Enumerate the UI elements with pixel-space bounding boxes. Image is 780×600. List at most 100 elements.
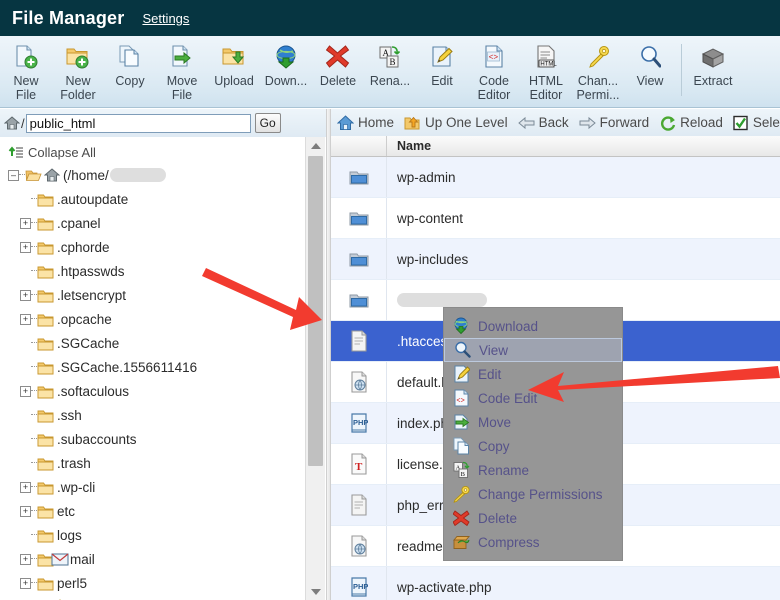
- nav-up-one-level[interactable]: Up One Level: [404, 115, 508, 131]
- tree-item-logs[interactable]: logs: [0, 523, 326, 547]
- tree-expand-toggle[interactable]: +: [20, 482, 31, 493]
- toolbar-button-edit[interactable]: Edit: [416, 36, 468, 88]
- tree-item-label: etc: [57, 504, 75, 519]
- tree-item-dot-subaccounts[interactable]: .subaccounts: [0, 427, 326, 451]
- toolbar-button-code-editor[interactable]: <>CodeEditor: [468, 36, 520, 102]
- go-button[interactable]: Go: [255, 113, 281, 133]
- toolbar-button-rena[interactable]: ABRena...: [364, 36, 416, 88]
- tree-item-dot-softaculous[interactable]: +.softaculous: [0, 379, 326, 403]
- table-row[interactable]: PHPwp-activate.php: [331, 567, 780, 600]
- tree-expand-toggle[interactable]: +: [20, 218, 31, 229]
- tree-item-label: .SGCache: [57, 336, 119, 351]
- context-menu-item-rename[interactable]: ABRename: [444, 458, 622, 482]
- folder-icon: [37, 528, 54, 543]
- toolbar-button-html-editor[interactable]: HTMLHTMLEditor: [520, 36, 572, 102]
- context-menu-item-compress[interactable]: Compress: [444, 530, 622, 554]
- key-icon: [452, 485, 470, 503]
- nav-label: Forward: [600, 115, 650, 130]
- tree-expand-toggle[interactable]: +: [20, 386, 31, 397]
- nav-select[interactable]: Select: [733, 115, 780, 131]
- toolbar-button-view[interactable]: View: [624, 36, 676, 88]
- folder-icon: [37, 360, 54, 375]
- nav-forward[interactable]: Forward: [579, 115, 650, 131]
- tree-item-dot-trash[interactable]: .trash: [0, 451, 326, 475]
- tree-scrollbar[interactable]: [305, 137, 325, 600]
- collapse-all-icon: [8, 145, 24, 159]
- tree-item-perl5[interactable]: +perl5: [0, 571, 326, 595]
- toolbar-button-extract[interactable]: Extract: [687, 36, 739, 88]
- context-menu-item-edit[interactable]: Edit: [444, 362, 622, 386]
- nav-home[interactable]: Home: [337, 115, 394, 131]
- magnifier-icon: [453, 341, 471, 359]
- php-file-icon: PHP: [331, 567, 387, 600]
- context-menu-item-view[interactable]: View: [444, 338, 622, 362]
- context-menu-item-download[interactable]: Download: [444, 314, 622, 338]
- toolbar-separator: [681, 44, 682, 96]
- table-row[interactable]: wp-admin: [331, 157, 780, 198]
- folder-icon: [37, 264, 54, 279]
- tree-item-dot-sgcache[interactable]: .SGCache: [0, 331, 326, 355]
- scroll-down-arrow-icon[interactable]: [306, 583, 325, 600]
- context-menu-item-copy[interactable]: Copy: [444, 434, 622, 458]
- tree-item-etc[interactable]: + etc: [0, 499, 326, 523]
- toolbar-button-delete[interactable]: Delete: [312, 36, 364, 88]
- app-header: File Manager Settings: [0, 0, 780, 36]
- toolbar-button-chan-permi[interactable]: Chan...Permi...: [572, 36, 624, 102]
- toolbar-button-new-folder[interactable]: NewFolder: [52, 36, 104, 102]
- html-file-icon: [331, 526, 387, 566]
- nav-reload[interactable]: Reload: [659, 115, 723, 131]
- table-row[interactable]: wp-includes: [331, 239, 780, 280]
- folder-icon: [37, 576, 54, 591]
- tree-item-dot-letsencrypt[interactable]: +.letsencrypt: [0, 283, 326, 307]
- tree-expand-toggle[interactable]: +: [20, 314, 31, 325]
- tree-item-dot-opcache[interactable]: +.opcache: [0, 307, 326, 331]
- tree-item-mail[interactable]: +mail: [0, 547, 326, 571]
- tree-item-dot-autoupdate[interactable]: .autoupdate: [0, 187, 326, 211]
- scrollbar-thumb[interactable]: [308, 156, 323, 466]
- tree-expand-toggle[interactable]: +: [20, 578, 31, 589]
- toolbar-button-new-file[interactable]: NewFile: [0, 36, 52, 102]
- tree-root-item[interactable]: – (/home/: [0, 163, 326, 187]
- tree-item-label: .SGCache.1556611416: [57, 360, 197, 375]
- tree-item-label: logs: [57, 528, 82, 543]
- toolbar-button-label: Delete: [309, 74, 367, 88]
- context-menu-item-delete[interactable]: Delete: [444, 506, 622, 530]
- settings-link[interactable]: Settings: [142, 11, 189, 26]
- toolbar-button-move-file[interactable]: MoveFile: [156, 36, 208, 102]
- tree-item-label: .trash: [57, 456, 91, 471]
- toolbar-button-down[interactable]: Down...: [260, 36, 312, 88]
- tree-item-dot-ssh[interactable]: .ssh: [0, 403, 326, 427]
- toolbar-button-copy[interactable]: Copy: [104, 36, 156, 88]
- context-menu-item-code-edit[interactable]: <>Code Edit: [444, 386, 622, 410]
- tree-expand-toggle[interactable]: +: [20, 506, 31, 517]
- tree-item-dot-sgcache.1556611416[interactable]: .SGCache.1556611416: [0, 355, 326, 379]
- context-menu-item-change-permissions[interactable]: Change Permissions: [444, 482, 622, 506]
- tree-expand-toggle[interactable]: +: [20, 290, 31, 301]
- tree-item-label: .cpanel: [57, 216, 101, 231]
- tree-expand-toggle[interactable]: +: [20, 554, 31, 565]
- open-folder-icon: [25, 168, 42, 182]
- file-name-label: wp-admin: [387, 170, 456, 185]
- tree-item-list: .autoupdate+.cpanel+.cphorde.htpasswds+.…: [0, 187, 326, 600]
- name-column-header[interactable]: Name: [387, 136, 780, 156]
- path-input[interactable]: [26, 114, 251, 133]
- toolbar-button-upload[interactable]: Upload: [208, 36, 260, 88]
- toolbar-button-label: HTMLEditor: [517, 74, 575, 102]
- tree-collapse-toggle[interactable]: –: [8, 170, 19, 181]
- tree-item-dot-wp-cli[interactable]: +.wp-cli: [0, 475, 326, 499]
- tree-item-public_ftp[interactable]: +public_ftp: [0, 595, 326, 600]
- reload-icon: [659, 115, 676, 131]
- context-menu-item-move[interactable]: Move: [444, 410, 622, 434]
- tree-expand-toggle[interactable]: +: [20, 242, 31, 253]
- scroll-up-arrow-icon[interactable]: [306, 137, 325, 154]
- tree-item-dot-cpanel[interactable]: + .cpanel: [0, 211, 326, 235]
- tree-item-dot-htpasswds[interactable]: .htpasswds: [0, 259, 326, 283]
- file-name-label: wp-content: [387, 211, 463, 226]
- nav-back[interactable]: Back: [518, 115, 569, 131]
- tree-item-dot-cphorde[interactable]: +.cphorde: [0, 235, 326, 259]
- change-permissions-icon: [587, 42, 609, 72]
- collapse-all-button[interactable]: Collapse All: [0, 141, 326, 163]
- table-row[interactable]: wp-content: [331, 198, 780, 239]
- toolbar-button-label: Edit: [413, 74, 471, 88]
- path-bar: / Go: [0, 109, 326, 137]
